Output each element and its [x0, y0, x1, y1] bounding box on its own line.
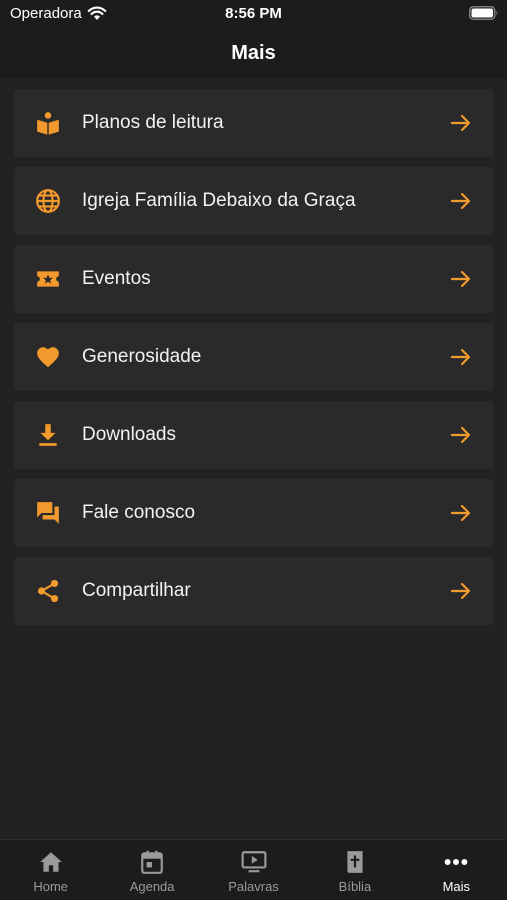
tab-palavras[interactable]: Palavras — [203, 840, 304, 900]
tab-label: Home — [33, 879, 69, 894]
heart-icon — [34, 343, 62, 371]
tab-agenda[interactable]: Agenda — [101, 840, 202, 900]
menu-item-eventos[interactable]: Eventos — [14, 245, 494, 313]
menu-item-planos-de-leitura[interactable]: Planos de leitura — [14, 89, 494, 157]
tab-label: Palavras — [228, 879, 279, 894]
menu-item-label: Igreja Família Debaixo da Graça — [82, 190, 356, 211]
tab-label: Mais — [442, 879, 471, 894]
book-reader-icon — [34, 109, 62, 137]
arrow-right-icon — [448, 188, 474, 214]
share-icon — [34, 577, 62, 605]
menu-item-label: Generosidade — [82, 346, 202, 367]
ticket-star-icon — [34, 265, 62, 293]
home-icon — [37, 848, 65, 876]
arrow-right-icon — [448, 500, 474, 526]
arrow-right-icon — [448, 344, 474, 370]
arrow-right-icon — [448, 266, 474, 292]
globe-icon — [34, 187, 62, 215]
menu-item-downloads[interactable]: Downloads — [14, 401, 494, 469]
bible-icon — [341, 848, 369, 876]
video-play-icon — [240, 848, 268, 876]
menu-item-generosidade[interactable]: Generosidade — [14, 323, 494, 391]
battery-icon — [469, 6, 499, 24]
page-title: Mais — [231, 41, 276, 64]
tab-home[interactable]: Home — [0, 840, 101, 900]
tab-bar: Home Agenda Palavras Bíblia Mais — [0, 839, 507, 900]
tab-label: Agenda — [129, 879, 175, 894]
status-time: 8:56 PM — [225, 5, 282, 22]
navigation-header: Mais — [0, 28, 507, 78]
arrow-right-icon — [448, 110, 474, 136]
menu-item-label: Compartilhar — [82, 580, 191, 601]
tab-biblia[interactable]: Bíblia — [304, 840, 405, 900]
menu-item-igreja[interactable]: Igreja Família Debaixo da Graça — [14, 167, 494, 235]
tab-label: Bíblia — [338, 879, 372, 894]
menu-item-label: Fale conosco — [82, 502, 196, 523]
menu-list: Planos de leitura Igreja Família Debaixo… — [14, 89, 494, 635]
menu-item-label: Eventos — [82, 268, 151, 289]
more-dots-icon — [442, 848, 470, 876]
chat-bubbles-icon — [34, 499, 62, 527]
arrow-right-icon — [448, 578, 474, 604]
arrow-right-icon — [448, 422, 474, 448]
download-icon — [34, 421, 62, 449]
calendar-icon — [138, 848, 166, 876]
menu-item-label: Planos de leitura — [82, 112, 224, 133]
tab-mais[interactable]: Mais — [406, 840, 507, 900]
status-bar: Operadora 8:56 PM — [0, 0, 507, 28]
menu-item-fale-conosco[interactable]: Fale conosco — [14, 479, 494, 547]
menu-item-compartilhar[interactable]: Compartilhar — [14, 557, 494, 625]
menu-item-label: Downloads — [82, 424, 176, 445]
